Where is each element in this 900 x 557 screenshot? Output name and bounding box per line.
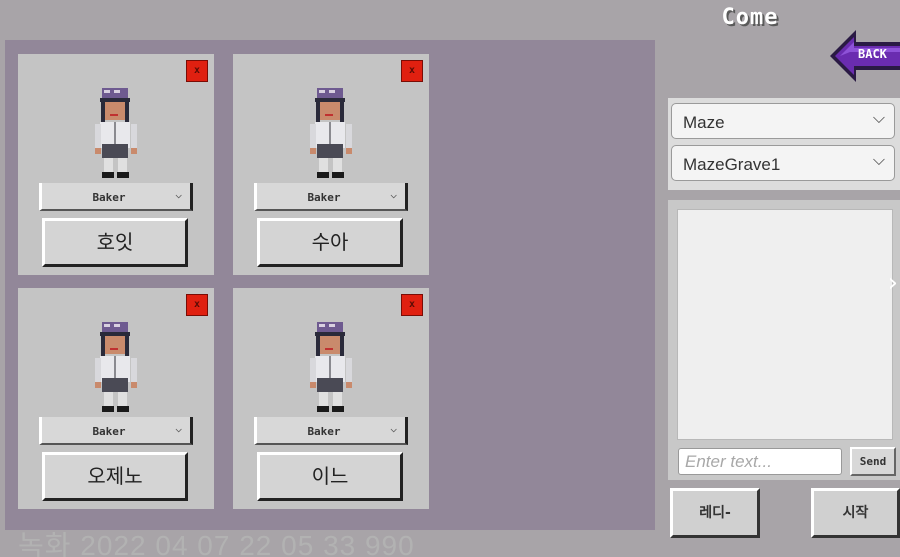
chevron-down-icon: ⌵ <box>390 422 397 435</box>
chevron-down-icon: ⌵ <box>175 188 182 201</box>
job-select[interactable]: Baker ⌵ <box>254 183 408 211</box>
chat-input[interactable]: Enter text... <box>678 448 842 475</box>
player-slot-panel: x Baker ⌵ 호잇 x Baker ⌵ 수아 x Baker ⌵ 오제노 … <box>5 40 655 530</box>
chevron-down-icon: ⌵ <box>872 152 885 169</box>
chevron-down-icon: ⌵ <box>390 188 397 201</box>
player-name-button[interactable]: 호잇 <box>42 218 188 267</box>
region-dropdown[interactable]: Maze ⌵ <box>671 103 895 139</box>
kick-button[interactable]: x <box>186 294 208 316</box>
character-sprite <box>95 88 137 178</box>
back-button[interactable]: BACK <box>828 28 900 84</box>
job-select[interactable]: Baker ⌵ <box>39 417 193 445</box>
chat-log[interactable] <box>677 209 893 440</box>
recording-timestamp: 녹화 2022 04 07 22 05 33 990 <box>18 530 415 557</box>
player-name-button[interactable]: 오제노 <box>42 452 188 501</box>
player-slot-4: x Baker ⌵ 이느 <box>233 288 429 509</box>
job-value: Baker <box>92 425 126 438</box>
map-value: MazeGrave1 <box>683 155 781 174</box>
send-button[interactable]: Send <box>850 447 896 476</box>
chat-panel: › Enter text... Send <box>668 200 900 480</box>
job-value: Baker <box>307 191 341 204</box>
map-selector-panel: Maze ⌵ MazeGrave1 ⌵ <box>668 98 900 190</box>
kick-button[interactable]: x <box>401 60 423 82</box>
player-name-button[interactable]: 수아 <box>257 218 403 267</box>
job-select[interactable]: Baker ⌵ <box>39 183 193 211</box>
back-label: BACK <box>858 47 887 61</box>
character-sprite <box>310 88 352 178</box>
chevron-right-icon[interactable]: › <box>888 268 898 298</box>
job-value: Baker <box>92 191 126 204</box>
player-slot-2: x Baker ⌵ 수아 <box>233 54 429 275</box>
chevron-down-icon: ⌵ <box>175 422 182 435</box>
character-sprite <box>95 322 137 412</box>
chevron-down-icon: ⌵ <box>872 110 885 127</box>
kick-button[interactable]: x <box>401 294 423 316</box>
kick-button[interactable]: x <box>186 60 208 82</box>
player-slot-1: x Baker ⌵ 호잇 <box>18 54 214 275</box>
player-name-button[interactable]: 이느 <box>257 452 403 501</box>
job-select[interactable]: Baker ⌵ <box>254 417 408 445</box>
room-title: Come <box>721 5 779 30</box>
region-value: Maze <box>683 113 725 132</box>
start-button[interactable]: 시작 <box>811 488 900 538</box>
job-value: Baker <box>307 425 341 438</box>
map-dropdown[interactable]: MazeGrave1 ⌵ <box>671 145 895 181</box>
character-sprite <box>310 322 352 412</box>
player-slot-3: x Baker ⌵ 오제노 <box>18 288 214 509</box>
ready-button[interactable]: 레디- <box>670 488 760 538</box>
